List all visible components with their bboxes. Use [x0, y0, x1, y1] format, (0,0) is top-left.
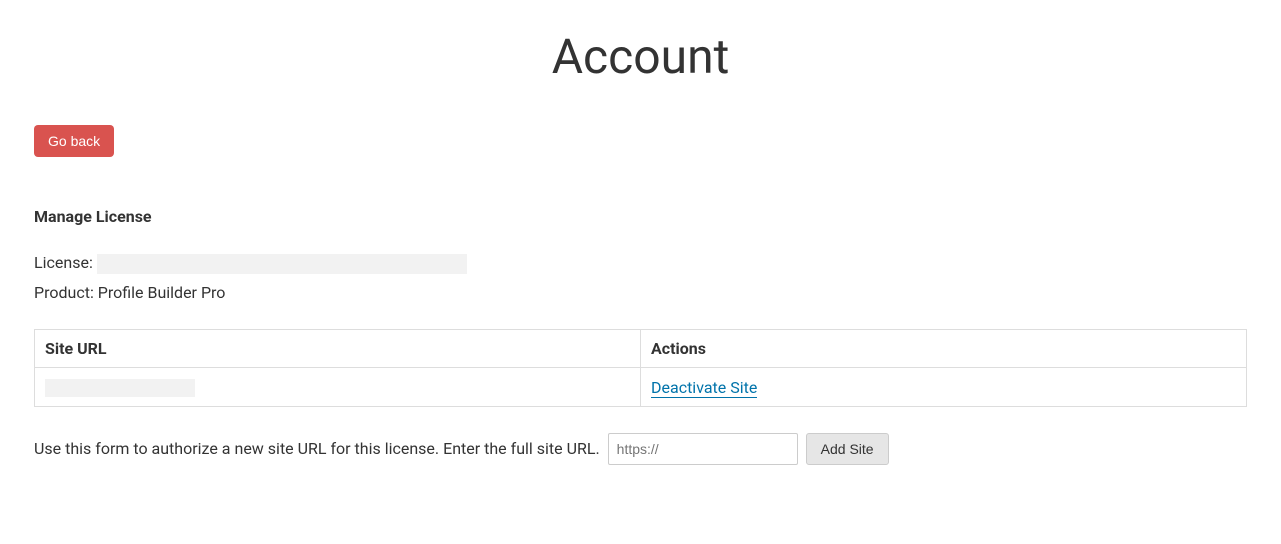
add-site-form: Use this form to authorize a new site UR…: [34, 433, 1247, 465]
add-site-button[interactable]: Add Site: [806, 433, 889, 465]
col-actions: Actions: [641, 330, 1247, 368]
add-site-help-text: Use this form to authorize a new site UR…: [34, 439, 600, 458]
product-line: Product: Profile Builder Pro: [34, 280, 1247, 306]
site-url-input[interactable]: [608, 433, 798, 465]
col-site-url: Site URL: [35, 330, 641, 368]
deactivate-site-link[interactable]: Deactivate Site: [651, 378, 757, 398]
cell-site-url: [35, 368, 641, 407]
license-sites-table: Site URL Actions Deactivate Site: [34, 329, 1247, 407]
go-back-button[interactable]: Go back: [34, 125, 114, 157]
site-url-value: [45, 379, 195, 397]
license-label: License:: [34, 253, 93, 272]
page-title: Account: [34, 28, 1247, 85]
table-header-row: Site URL Actions: [35, 330, 1247, 368]
table-row: Deactivate Site: [35, 368, 1247, 407]
manage-license-heading: Manage License: [34, 207, 1247, 226]
product-value: Profile Builder Pro: [98, 283, 226, 302]
license-line: License:: [34, 250, 1247, 276]
license-value: [97, 254, 467, 274]
cell-actions: Deactivate Site: [641, 368, 1247, 407]
product-label: Product:: [34, 283, 94, 302]
